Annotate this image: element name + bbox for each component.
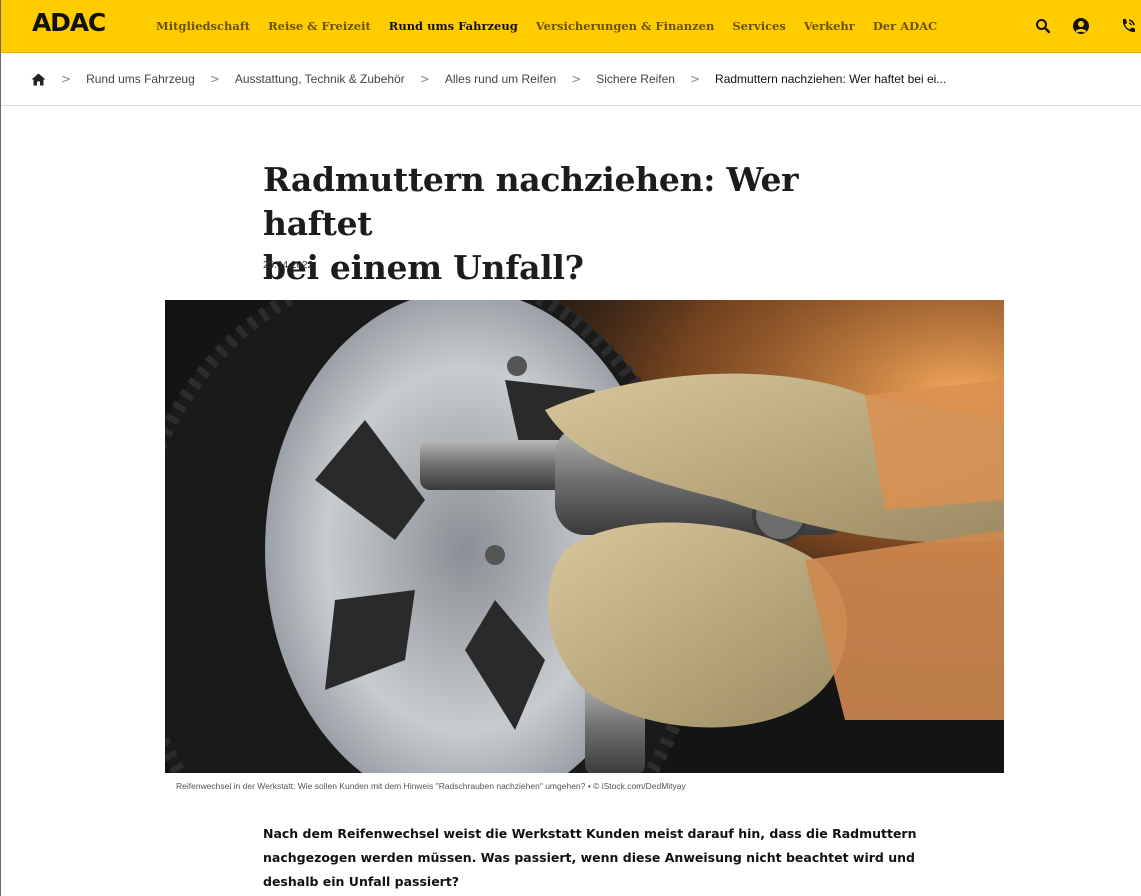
page-title-line-1: Radmuttern nachziehen: Wer haftet	[263, 160, 799, 243]
breadcrumb-item-reifen[interactable]: Alles rund um Reifen	[445, 72, 556, 86]
chevron-right-icon: >	[209, 72, 220, 86]
breadcrumb: > Rund ums Fahrzeug > Ausstattung, Techn…	[0, 53, 1141, 106]
nav-item-versicherungen-finanzen[interactable]: Versicherungen & Finanzen	[536, 19, 715, 33]
lead-line-1: Nach dem Reifenwechsel weist die Werksta…	[263, 826, 917, 841]
window-border	[0, 0, 1, 896]
account-icon[interactable]	[1071, 16, 1091, 36]
nav-item-der-adac[interactable]: Der ADAC	[873, 19, 937, 33]
hero-image	[165, 300, 1004, 773]
phone-icon[interactable]	[1118, 16, 1138, 36]
lead-line-3: deshalb ein Unfall passiert?	[263, 874, 460, 889]
breadcrumb-item-sichere-reifen[interactable]: Sichere Reifen	[596, 72, 675, 86]
chevron-right-icon: >	[571, 72, 582, 86]
breadcrumb-item-current: Radmuttern nachziehen: Wer haftet bei ei…	[715, 72, 947, 86]
lead-line-2: nachgezogen werden müssen. Was passiert,…	[263, 850, 915, 865]
breadcrumb-item-rund-ums-fahrzeug[interactable]: Rund ums Fahrzeug	[86, 72, 195, 86]
chevron-right-icon: >	[419, 72, 430, 86]
chevron-right-icon: >	[61, 72, 72, 86]
chevron-right-icon: >	[689, 72, 701, 86]
article-lead: Nach dem Reifenwechsel weist die Werksta…	[263, 822, 917, 894]
search-icon[interactable]	[1033, 16, 1053, 36]
breadcrumb-item-ausstattung[interactable]: Ausstattung, Technik & Zubehör	[235, 72, 405, 86]
nav-item-rund-ums-fahrzeug[interactable]: Rund ums Fahrzeug	[389, 19, 518, 33]
image-caption: Reifenwechsel in der Werkstatt: Wie soll…	[176, 781, 686, 791]
nav-item-verkehr[interactable]: Verkehr	[804, 19, 855, 33]
top-navigation-bar: ADAC Mitgliedschaft Reise & Freizeit Run…	[0, 0, 1141, 53]
home-icon[interactable]	[31, 73, 46, 86]
nav-item-mitgliedschaft[interactable]: Mitgliedschaft	[156, 19, 250, 33]
page-title: Radmuttern nachziehen: Wer haftet bei ei…	[263, 158, 903, 290]
nav-item-reise-freizeit[interactable]: Reise & Freizeit	[268, 19, 371, 33]
nav-item-services[interactable]: Services	[732, 19, 786, 33]
main-navigation: Mitgliedschaft Reise & Freizeit Rund ums…	[156, 0, 955, 52]
adac-logo[interactable]: ADAC	[32, 8, 106, 38]
publish-date: 25.04.2022	[263, 260, 314, 271]
